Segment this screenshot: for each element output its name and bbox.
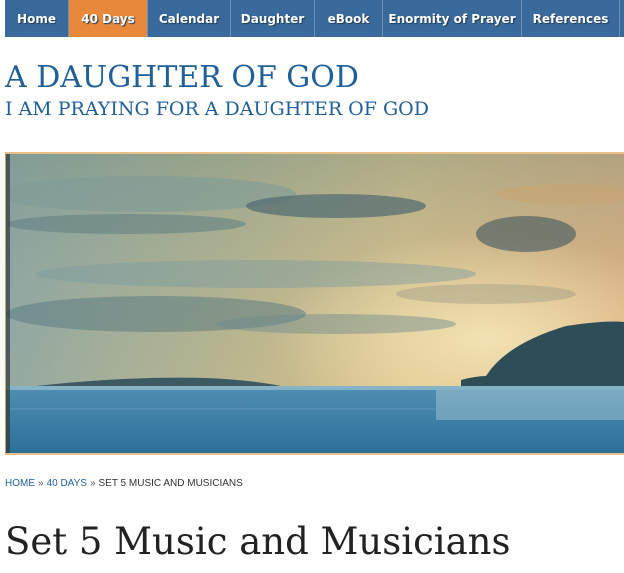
breadcrumb-home-link[interactable]: HOME (5, 478, 35, 489)
breadcrumb-40-days-link[interactable]: 40 DAYS (47, 478, 87, 489)
breadcrumb-separator: » (38, 478, 44, 489)
nav-item-home[interactable]: Home (5, 0, 69, 37)
main-nav: Home 40 Days Calendar Daughter eBook Eno… (5, 0, 624, 37)
site-title[interactable]: A DAUGHTER OF GOD (5, 60, 359, 95)
page-title: Set 5 Music and Musicians (5, 520, 511, 563)
site-description: I AM PRAYING FOR A DAUGHTER OF GOD (5, 98, 429, 120)
breadcrumb-separator: » (89, 478, 96, 489)
nav-item-40-days[interactable]: 40 Days (69, 0, 148, 37)
nav-item-references[interactable]: References (522, 0, 620, 37)
nav-item-ebook[interactable]: eBook (315, 0, 383, 37)
header-banner-image (5, 152, 624, 455)
nav-item-enormity-of-prayer[interactable]: Enormity of Prayer (383, 0, 522, 37)
breadcrumb-current: SET 5 MUSIC AND MUSICIANS (98, 478, 243, 489)
seascape-painting (6, 154, 624, 453)
nav-item-calendar[interactable]: Calendar (148, 0, 231, 37)
breadcrumb: HOME» 40 DAYS» SET 5 MUSIC AND MUSICIANS (5, 478, 243, 489)
nav-item-daughter[interactable]: Daughter (231, 0, 315, 37)
